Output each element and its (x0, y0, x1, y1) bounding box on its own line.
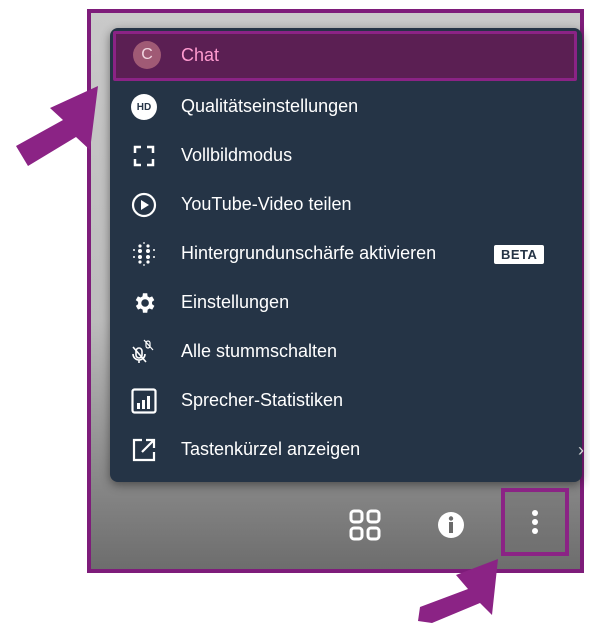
menu-item-label: Sprecher-Statistiken (181, 390, 344, 410)
chevron-right-icon: › (578, 440, 584, 460)
menu-item-settings[interactable]: Einstellungen (110, 279, 582, 327)
menu-item-background-blur[interactable]: Hintergrundunschärfe aktivieren BETA (110, 230, 582, 278)
beta-badge: BETA (494, 245, 545, 264)
more-actions-button[interactable] (501, 488, 569, 556)
menu-item-label: YouTube-Video teilen (181, 194, 352, 214)
tile-view-icon[interactable] (345, 505, 385, 545)
menu-item-label: Vollbildmodus (181, 145, 293, 165)
avatar: C (133, 41, 161, 69)
blur-icon (130, 240, 158, 268)
mute-all-icon (130, 338, 158, 366)
menu-item-label: Alle stummschalten (181, 341, 338, 361)
menu-item-shortcuts[interactable]: Tastenkürzel anzeigen (110, 426, 582, 474)
menu-item-speaker-stats[interactable]: Sprecher-Statistiken (110, 377, 582, 425)
more-vertical-icon (505, 492, 565, 552)
menu-item-label: Tastenkürzel anzeigen (181, 439, 361, 459)
menu-item-chat[interactable]: C Chat (113, 31, 577, 81)
menu-item-share-youtube[interactable]: YouTube-Video teilen (110, 181, 582, 229)
hd-badge: HD (131, 94, 157, 120)
menu-item-label: Einstellungen (181, 292, 290, 312)
hd-icon: HD (130, 93, 158, 121)
gear-icon (130, 289, 158, 317)
menu-item-quality[interactable]: HD Qualitätseinstellungen (110, 83, 582, 131)
fullscreen-icon (130, 142, 158, 170)
more-actions-menu: C Chat HD Qualitätseinstellungen Vollbil… (110, 28, 582, 482)
menu-item-label: Chat (181, 45, 220, 65)
play-circle-icon (130, 191, 158, 219)
bar-chart-icon (130, 387, 158, 415)
avatar-icon: C (133, 41, 161, 69)
menu-item-label: Hintergrundunschärfe aktivieren (181, 243, 437, 263)
menu-item-label: Qualitätseinstellungen (181, 96, 359, 116)
menu-item-mute-all[interactable]: Alle stummschalten (110, 328, 582, 376)
external-link-icon (130, 436, 158, 464)
info-icon[interactable] (433, 507, 469, 543)
arrow-annotation-icon (418, 559, 498, 623)
arrow-annotation-icon (16, 86, 98, 166)
menu-item-fullscreen[interactable]: Vollbildmodus (110, 132, 582, 180)
